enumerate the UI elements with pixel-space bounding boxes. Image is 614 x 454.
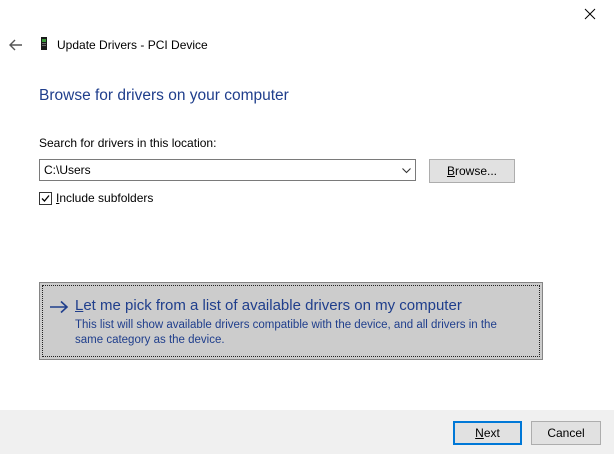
page-heading: Browse for drivers on your computer: [39, 87, 289, 104]
browse-accelerator: B: [446, 164, 455, 178]
close-button[interactable]: [582, 6, 598, 22]
next-accelerator: N: [475, 426, 484, 440]
next-label: ext: [483, 426, 500, 440]
pick-title-text: et me pick from a list of available driv…: [83, 297, 462, 314]
back-arrow-icon: [9, 39, 22, 51]
chevron-down-icon[interactable]: [401, 165, 412, 176]
include-subfolders-checkbox[interactable]: [39, 192, 52, 205]
next-button[interactable]: Next: [453, 421, 522, 445]
pci-device-icon: [40, 37, 48, 51]
path-combobox[interactable]: [39, 159, 416, 181]
pick-from-list-option[interactable]: Let me pick from a list of available dri…: [39, 282, 543, 360]
right-arrow-icon: [50, 300, 69, 314]
pick-option-description: This list will show available drivers co…: [75, 319, 497, 346]
browse-button[interactable]: Browse...: [429, 159, 515, 183]
path-input[interactable]: [44, 162, 384, 178]
checkmark-icon: [41, 195, 50, 202]
cancel-button[interactable]: Cancel: [531, 421, 601, 445]
pick-option-title: Let me pick from a list of available dri…: [75, 296, 462, 316]
close-icon: [584, 8, 596, 20]
window-title: Update Drivers - PCI Device: [57, 38, 208, 52]
subfolders-label-text: nclude subfolders: [59, 191, 154, 205]
search-location-label: Search for drivers in this location:: [39, 136, 217, 150]
back-button[interactable]: [8, 38, 24, 52]
browse-label: rowse...: [455, 164, 498, 178]
focus-outline: Let me pick from a list of available dri…: [42, 285, 540, 357]
include-subfolders-label[interactable]: Include subfolders: [56, 191, 153, 206]
